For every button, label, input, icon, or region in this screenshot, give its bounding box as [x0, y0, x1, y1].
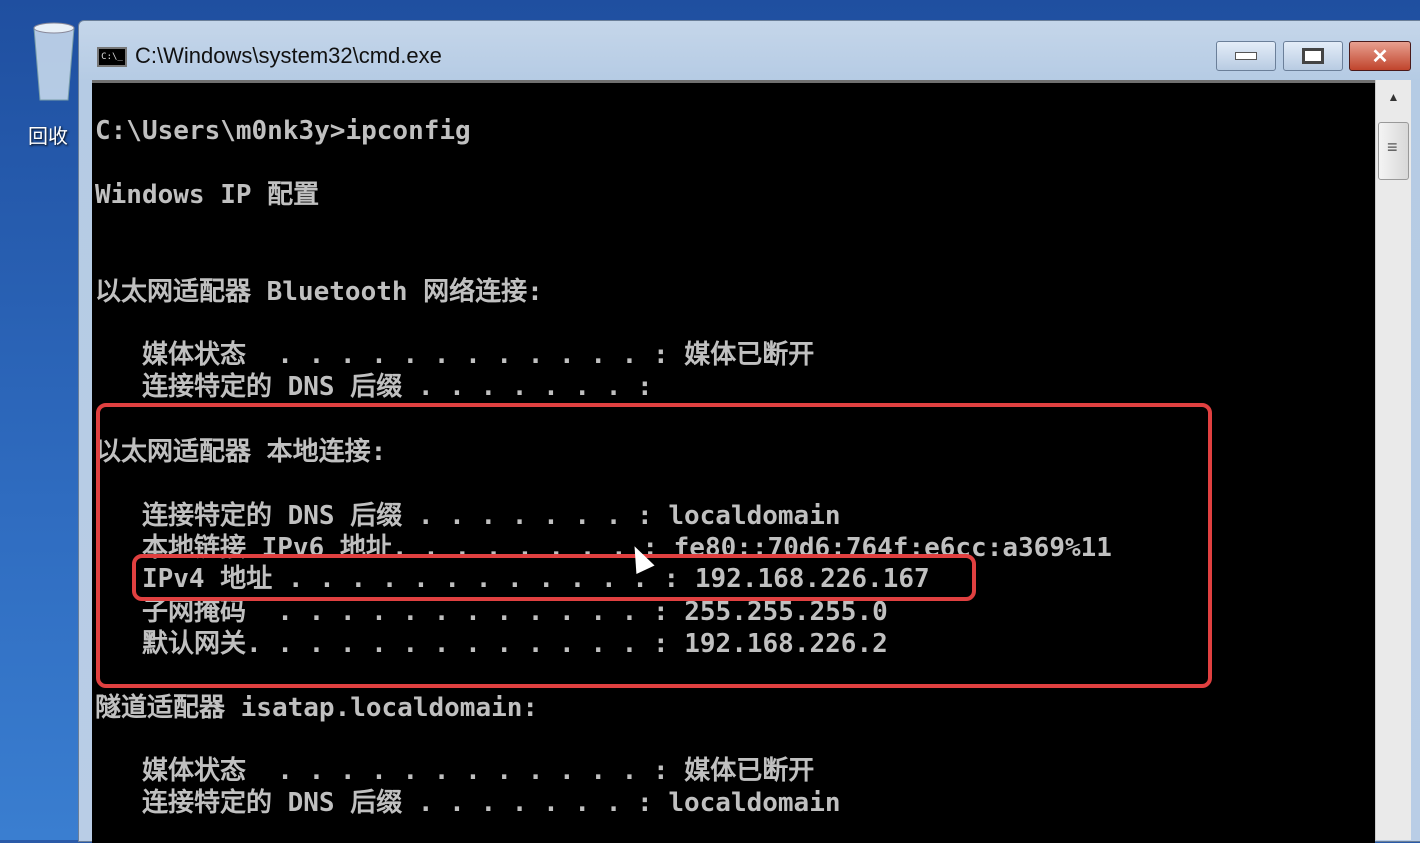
- console-line: 媒体状态 . . . . . . . . . . . . : 媒体已断开: [95, 756, 815, 786]
- close-button[interactable]: ✕: [1349, 41, 1411, 71]
- recycle-bin-label[interactable]: 回收: [28, 120, 68, 149]
- cmd-app-icon: C:\_: [97, 47, 127, 67]
- minimize-button[interactable]: [1216, 41, 1276, 71]
- scrollbar-thumb[interactable]: [1378, 122, 1409, 180]
- console-line-command: C:\Users\m0nk3y>ipconfig: [95, 116, 471, 146]
- minimize-icon: [1217, 42, 1275, 70]
- maximize-icon: [1284, 42, 1342, 70]
- highlight-box-ipv4: [132, 554, 976, 601]
- highlight-box-local-connection: [96, 403, 1212, 688]
- console-line: 连接特定的 DNS 后缀 . . . . . . . :: [95, 372, 653, 402]
- window-title: C:\Windows\system32\cmd.exe: [135, 43, 442, 68]
- console-line: 连接特定的 DNS 后缀 . . . . . . . : localdomain: [95, 788, 841, 818]
- close-icon: ✕: [1371, 45, 1389, 68]
- vertical-scrollbar[interactable]: ▲: [1375, 80, 1411, 840]
- console-line: 媒体状态 . . . . . . . . . . . . : 媒体已断开: [95, 340, 815, 370]
- scroll-up-arrow-icon[interactable]: ▲: [1376, 90, 1411, 104]
- recycle-bin-icon[interactable]: [30, 20, 78, 104]
- console-line-adapter: 隧道适配器 isatap.localdomain:: [95, 693, 539, 723]
- console-line-adapter: 以太网适配器 Bluetooth 网络连接:: [95, 277, 543, 307]
- maximize-button[interactable]: [1283, 41, 1343, 71]
- console-line-heading: Windows IP 配置: [95, 180, 320, 210]
